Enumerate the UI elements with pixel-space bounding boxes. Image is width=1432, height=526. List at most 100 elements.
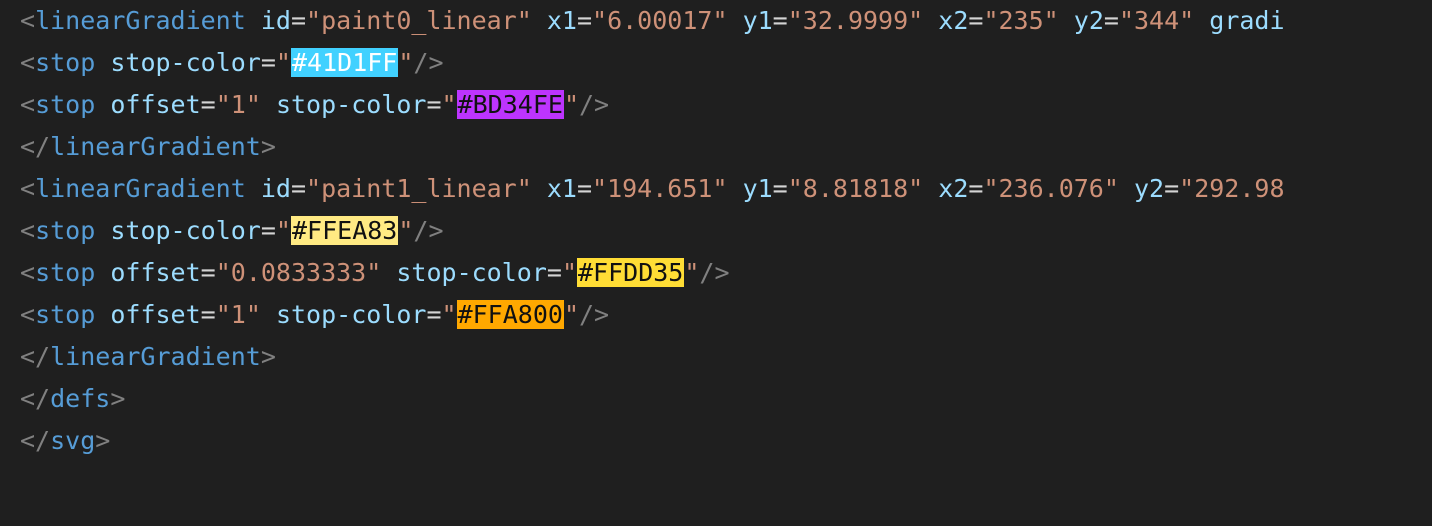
tag-bracket: <	[20, 48, 36, 77]
attribute-name: y2	[1073, 6, 1104, 35]
equals-sign: =	[426, 300, 442, 329]
equals-sign: =	[1103, 6, 1119, 35]
tag-name: defs	[50, 384, 111, 413]
attribute-value: "6.00017"	[592, 6, 728, 35]
tag-bracket: >	[260, 132, 276, 161]
code-line[interactable]: </linearGradient>	[20, 126, 1285, 168]
attribute-value: "0.0833333"	[215, 258, 382, 287]
color-value-swatch[interactable]: #FFEA83	[290, 216, 399, 245]
code-line[interactable]: </svg>	[20, 420, 1285, 462]
tag-name: linearGradient	[50, 342, 261, 371]
equals-sign: =	[1164, 174, 1180, 203]
attribute-value: "	[275, 216, 291, 245]
attribute-value: "235"	[983, 6, 1059, 35]
tag-bracket: />	[699, 258, 730, 287]
attribute-name: x1	[546, 6, 577, 35]
tag-bracket: />	[413, 48, 444, 77]
color-value-swatch[interactable]: #FFA800	[456, 300, 564, 329]
attribute-value: "paint0_linear"	[306, 6, 532, 35]
attribute-name: y1	[742, 6, 773, 35]
tag-bracket: <	[20, 216, 36, 245]
code-editor[interactable]: <linearGradient id="paint0_linear" x1="6…	[0, 0, 1432, 526]
tag-name: linearGradient	[35, 174, 246, 203]
attribute-value: "paint1_linear"	[306, 174, 532, 203]
equals-sign: =	[772, 174, 788, 203]
color-value-swatch[interactable]: #41D1FF	[290, 48, 399, 77]
attribute-name: stop-color	[110, 48, 261, 77]
code-line[interactable]: <stop offset="0.0833333" stop-color="#FF…	[20, 252, 1285, 294]
color-value-swatch[interactable]: #BD34FE	[456, 90, 564, 119]
code-line[interactable]: <stop stop-color="#41D1FF"/>	[20, 42, 1285, 84]
attribute-value: "344"	[1118, 6, 1195, 35]
equals-sign: =	[260, 48, 276, 77]
attribute-value: "292.98	[1179, 174, 1285, 203]
tag-name: stop	[35, 216, 96, 245]
attribute-value: "	[398, 216, 414, 245]
attribute-name: y1	[742, 174, 773, 203]
attribute-name: id	[260, 174, 291, 203]
tag-bracket: <	[20, 90, 36, 119]
attribute-value: "32.9999"	[787, 6, 924, 35]
attribute-value: "	[441, 300, 457, 329]
attribute-name: x1	[546, 174, 577, 203]
attribute-name: offset	[110, 258, 201, 287]
tag-bracket: />	[413, 216, 444, 245]
attribute-name: y2	[1133, 174, 1165, 203]
attribute-name: offset	[110, 300, 201, 329]
equals-sign: =	[200, 300, 216, 329]
attribute-value: "	[563, 90, 579, 119]
attribute-name: x2	[938, 174, 969, 203]
code-line[interactable]: <linearGradient id="paint1_linear" x1="1…	[20, 168, 1285, 210]
tag-name: linearGradient	[50, 132, 261, 161]
tag-bracket: </	[20, 132, 51, 161]
equals-sign: =	[290, 6, 307, 35]
code-line[interactable]: <stop offset="1" stop-color="#FFA800"/>	[20, 294, 1285, 336]
color-value-swatch[interactable]: #FFDD35	[577, 258, 685, 287]
tag-name: stop	[35, 258, 96, 287]
code-lines: <linearGradient id="paint0_linear" x1="6…	[20, 0, 1285, 462]
tag-bracket: />	[579, 90, 610, 119]
code-line[interactable]: </linearGradient>	[20, 336, 1285, 378]
attribute-value: "1"	[215, 300, 261, 329]
tag-bracket: />	[579, 300, 610, 329]
code-line[interactable]: <stop stop-color="#FFEA83"/>	[20, 210, 1285, 252]
attribute-name: stop-color	[110, 216, 261, 245]
attribute-value: "	[561, 258, 577, 287]
tag-bracket: >	[110, 384, 126, 413]
attribute-value: "	[398, 48, 414, 77]
attribute-name: gradi	[1209, 6, 1285, 35]
equals-sign: =	[576, 174, 593, 203]
code-line[interactable]: <stop offset="1" stop-color="#BD34FE"/>	[20, 84, 1285, 126]
tag-bracket: </	[20, 426, 51, 455]
tag-bracket: </	[20, 342, 51, 371]
code-line[interactable]: <linearGradient id="paint0_linear" x1="6…	[20, 0, 1285, 42]
attribute-name: stop-color	[275, 90, 427, 119]
attribute-name: stop-color	[275, 300, 427, 329]
equals-sign: =	[772, 6, 788, 35]
tag-bracket: >	[95, 426, 111, 455]
equals-sign: =	[968, 174, 984, 203]
attribute-value: "1"	[215, 90, 261, 119]
equals-sign: =	[200, 258, 216, 287]
code-line[interactable]: </defs>	[20, 378, 1285, 420]
attribute-value: "194.651"	[592, 174, 728, 203]
tag-name: linearGradient	[35, 6, 246, 35]
